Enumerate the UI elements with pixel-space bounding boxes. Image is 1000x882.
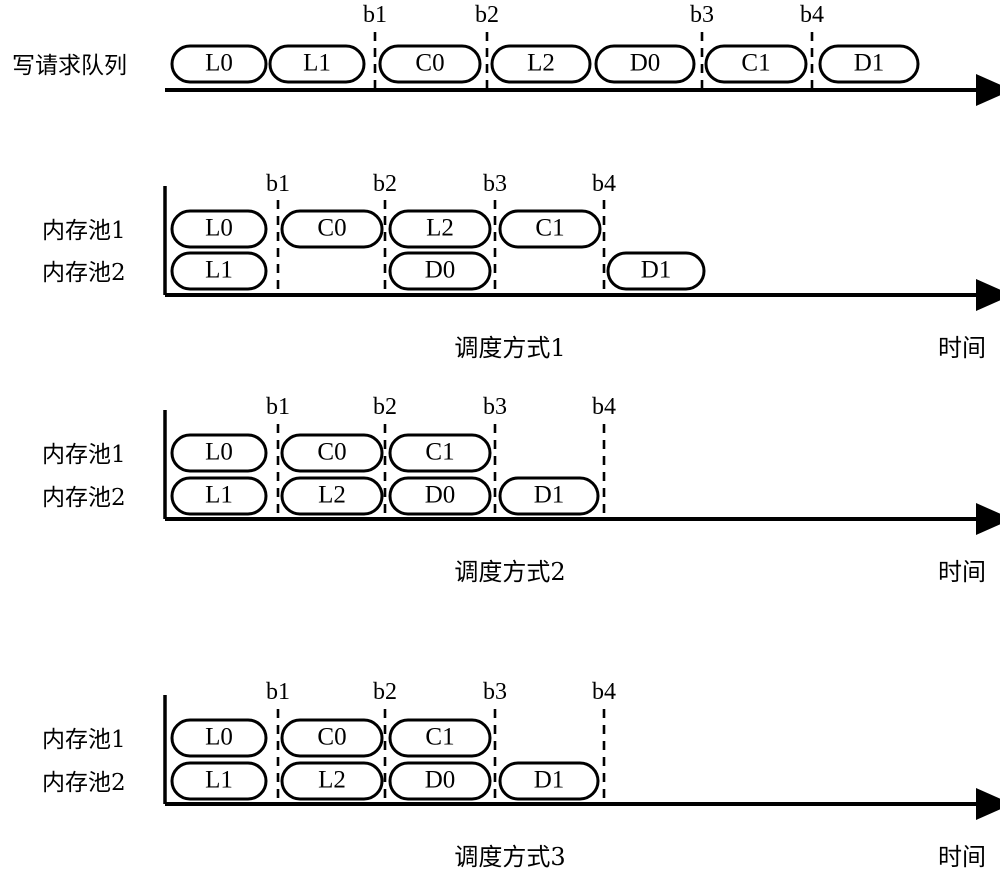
caption-schedule-mode-3: 调度方式3 — [454, 843, 565, 871]
lane-label-schedule-mode-2-1: 内存池1 — [42, 442, 126, 468]
block-label: L0 — [205, 215, 233, 242]
diagram-row-schedule-mode-1: b1 b2 b3 b4 内存池1 内存池2 L0 C0 L2 C1 L1 D0 D1 调度方式1 时间 — [42, 171, 1000, 362]
block-schedule-mode-1-memory-pool-2-D1[interactable]: D1 — [606, 251, 706, 291]
block-label: C0 — [317, 724, 346, 751]
block-label: D1 — [641, 257, 672, 284]
block-schedule-mode-3-memory-pool-1-C0[interactable]: C0 — [280, 718, 384, 758]
block-label: C1 — [741, 50, 770, 77]
block-schedule-mode-3-memory-pool-2-L2[interactable]: L2 — [280, 761, 384, 801]
block-write-request-queue-queue-D1[interactable]: D1 — [818, 44, 920, 84]
lane-label-schedule-mode-2-2: 内存池2 — [42, 485, 126, 511]
row-label-write-request-queue: 写请求队列 — [12, 53, 127, 79]
block-schedule-mode-1-memory-pool-2-D0[interactable]: D0 — [388, 251, 492, 291]
caption-schedule-mode-2: 调度方式2 — [454, 558, 565, 586]
block-schedule-mode-1-memory-pool-1-L2[interactable]: L2 — [388, 209, 492, 249]
lane-label-schedule-mode-3-2: 内存池2 — [42, 770, 126, 796]
boundary-label-b2: b2 — [373, 679, 397, 705]
time-axis-label-schedule-mode-2: 时间 — [938, 558, 986, 586]
block-schedule-mode-3-memory-pool-2-L1[interactable]: L1 — [170, 761, 268, 801]
block-label: C0 — [317, 439, 346, 466]
block-label: C1 — [425, 724, 454, 751]
boundary-label-b3: b3 — [483, 171, 507, 197]
boundary-label-b1: b1 — [266, 394, 290, 420]
block-schedule-mode-1-memory-pool-1-C1[interactable]: C1 — [498, 209, 602, 249]
diagram-row-schedule-mode-3: b1 b2 b3 b4 内存池1 内存池2 L0 C0 C1 L1 L2 D0 D1 调度方式3 时间 — [42, 679, 1000, 871]
block-label: D1 — [534, 482, 565, 509]
block-label: L0 — [205, 439, 233, 466]
block-label: C1 — [535, 215, 564, 242]
caption-schedule-mode-1: 调度方式1 — [454, 334, 565, 362]
block-label: L0 — [205, 50, 233, 77]
diagram-row-schedule-mode-2: b1 b2 b3 b4 内存池1 内存池2 L0 C0 C1 L1 L2 D0 D1 调度方式2 时间 — [42, 394, 1000, 586]
diagram-row-write-request-queue: b1 b2 b3 b4 写请求队列 L0 L1 C0 L2 D0 C1 D1 — [12, 2, 1000, 106]
lane-label-schedule-mode-1-2: 内存池2 — [42, 260, 126, 286]
block-schedule-mode-3-memory-pool-1-C1[interactable]: C1 — [388, 718, 492, 758]
block-schedule-mode-2-memory-pool-1-C1[interactable]: C1 — [388, 433, 492, 473]
block-label: L2 — [318, 767, 346, 794]
block-label: L1 — [303, 50, 331, 77]
block-write-request-queue-queue-D0[interactable]: D0 — [594, 44, 696, 84]
block-schedule-mode-3-memory-pool-1-L0[interactable]: L0 — [170, 718, 268, 758]
block-label: C0 — [317, 215, 346, 242]
block-schedule-mode-2-memory-pool-1-C0[interactable]: C0 — [280, 433, 384, 473]
diagram-canvas: b1 b2 b3 b4 写请求队列 L0 L1 C0 L2 D0 C1 D1 b1 b2 b3 b4 内存池1 内… — [0, 0, 1000, 882]
block-schedule-mode-2-memory-pool-2-L2[interactable]: L2 — [280, 476, 384, 516]
block-label: L1 — [205, 257, 233, 284]
block-label: D0 — [425, 482, 456, 509]
block-label: D0 — [630, 50, 661, 77]
boundary-label-b4: b4 — [592, 171, 616, 197]
block-label: D1 — [534, 767, 565, 794]
block-label: L2 — [527, 50, 555, 77]
block-label: C1 — [425, 439, 454, 466]
time-axis-label-schedule-mode-3: 时间 — [938, 843, 986, 871]
block-schedule-mode-2-memory-pool-2-D1[interactable]: D1 — [498, 476, 600, 516]
boundary-label-b1: b1 — [363, 2, 387, 28]
block-schedule-mode-2-memory-pool-2-L1[interactable]: L1 — [170, 476, 268, 516]
block-schedule-mode-1-memory-pool-2-L1[interactable]: L1 — [170, 251, 268, 291]
block-schedule-mode-2-memory-pool-1-L0[interactable]: L0 — [170, 433, 268, 473]
boundary-label-b4: b4 — [800, 2, 824, 28]
block-label: L2 — [318, 482, 346, 509]
block-label: L2 — [426, 215, 454, 242]
block-label: L0 — [205, 724, 233, 751]
block-label: D0 — [425, 767, 456, 794]
boundary-label-b3: b3 — [483, 394, 507, 420]
block-schedule-mode-2-memory-pool-2-D0[interactable]: D0 — [388, 476, 492, 516]
boundary-label-b1: b1 — [266, 679, 290, 705]
lane-label-schedule-mode-3-1: 内存池1 — [42, 727, 126, 753]
lane-label-schedule-mode-1-1: 内存池1 — [42, 218, 126, 244]
time-axis-label-schedule-mode-1: 时间 — [938, 334, 986, 362]
block-label: D0 — [425, 257, 456, 284]
boundary-label-b2: b2 — [373, 394, 397, 420]
boundary-label-b2: b2 — [475, 2, 499, 28]
block-write-request-queue-queue-L2[interactable]: L2 — [490, 44, 592, 84]
block-write-request-queue-queue-C1[interactable]: C1 — [704, 44, 808, 84]
boundary-label-b3: b3 — [483, 679, 507, 705]
block-label: D1 — [854, 50, 885, 77]
block-write-request-queue-queue-C0[interactable]: C0 — [378, 44, 482, 84]
block-label: C0 — [415, 50, 444, 77]
boundary-label-b4: b4 — [592, 679, 616, 705]
block-schedule-mode-1-memory-pool-1-C0[interactable]: C0 — [280, 209, 384, 249]
boundary-label-b3: b3 — [690, 2, 714, 28]
block-schedule-mode-1-memory-pool-1-L0[interactable]: L0 — [170, 209, 268, 249]
block-write-request-queue-queue-L0[interactable]: L0 — [170, 44, 268, 84]
block-schedule-mode-3-memory-pool-2-D0[interactable]: D0 — [388, 761, 492, 801]
block-label: L1 — [205, 767, 233, 794]
boundary-label-b1: b1 — [266, 171, 290, 197]
block-label: L1 — [205, 482, 233, 509]
block-write-request-queue-queue-L1[interactable]: L1 — [268, 44, 366, 84]
boundary-label-b2: b2 — [373, 171, 397, 197]
boundary-label-b4: b4 — [592, 394, 616, 420]
block-schedule-mode-3-memory-pool-2-D1[interactable]: D1 — [498, 761, 600, 801]
scheduling-timeline-diagram: b1 b2 b3 b4 写请求队列 L0 L1 C0 L2 D0 C1 D1 b1 b2 b3 b4 内存池1 内… — [12, 2, 1000, 871]
